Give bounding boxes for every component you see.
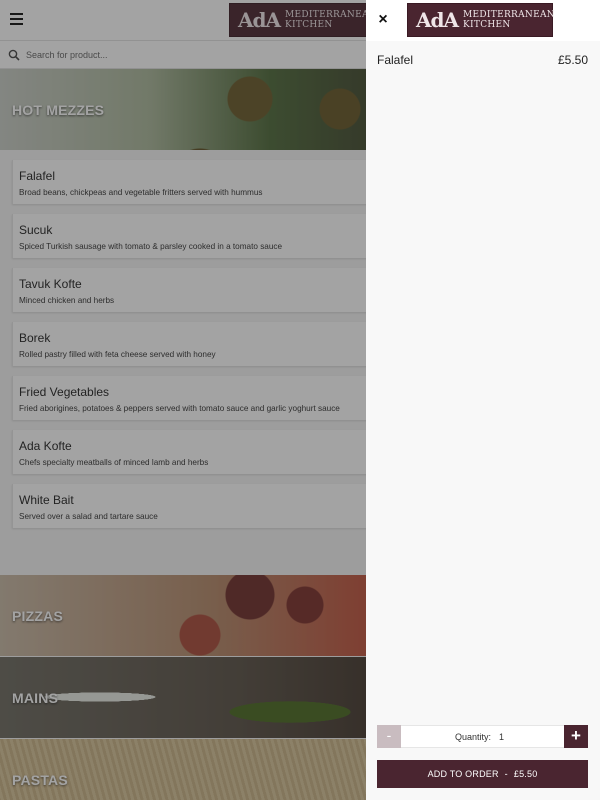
logo-text: MEDITERRANEAN KITCHEN: [463, 10, 555, 30]
plus-icon[interactable]: +: [564, 725, 588, 748]
add-to-order-price: £5.50: [513, 769, 538, 779]
brand-logo[interactable]: AdA MEDITERRANEAN KITCHEN: [407, 3, 555, 37]
panel-header: × AdA MEDITERRANEAN KITCHEN: [366, 0, 600, 41]
minus-icon[interactable]: -: [377, 725, 401, 748]
quantity-label: Quantity:: [455, 732, 492, 742]
add-to-order-button[interactable]: ADD TO ORDER - £5.50: [377, 760, 588, 788]
product-panel: × AdA MEDITERRANEAN KITCHEN Falafel £5.5…: [366, 0, 600, 800]
close-icon[interactable]: ×: [375, 11, 391, 29]
product-name: Falafel: [377, 53, 414, 67]
quantity-value[interactable]: 1: [499, 732, 504, 742]
quantity-stepper: - Quantity: 1 +: [377, 725, 588, 748]
product-price: £5.50: [557, 53, 588, 67]
logo-line-1: MEDITERRANEAN: [463, 10, 555, 20]
logo-line-2: KITCHEN: [463, 20, 511, 30]
logo-mark: AdA: [416, 8, 459, 32]
add-to-order-separator: -: [504, 769, 508, 779]
add-to-order-label: ADD TO ORDER: [427, 769, 499, 779]
